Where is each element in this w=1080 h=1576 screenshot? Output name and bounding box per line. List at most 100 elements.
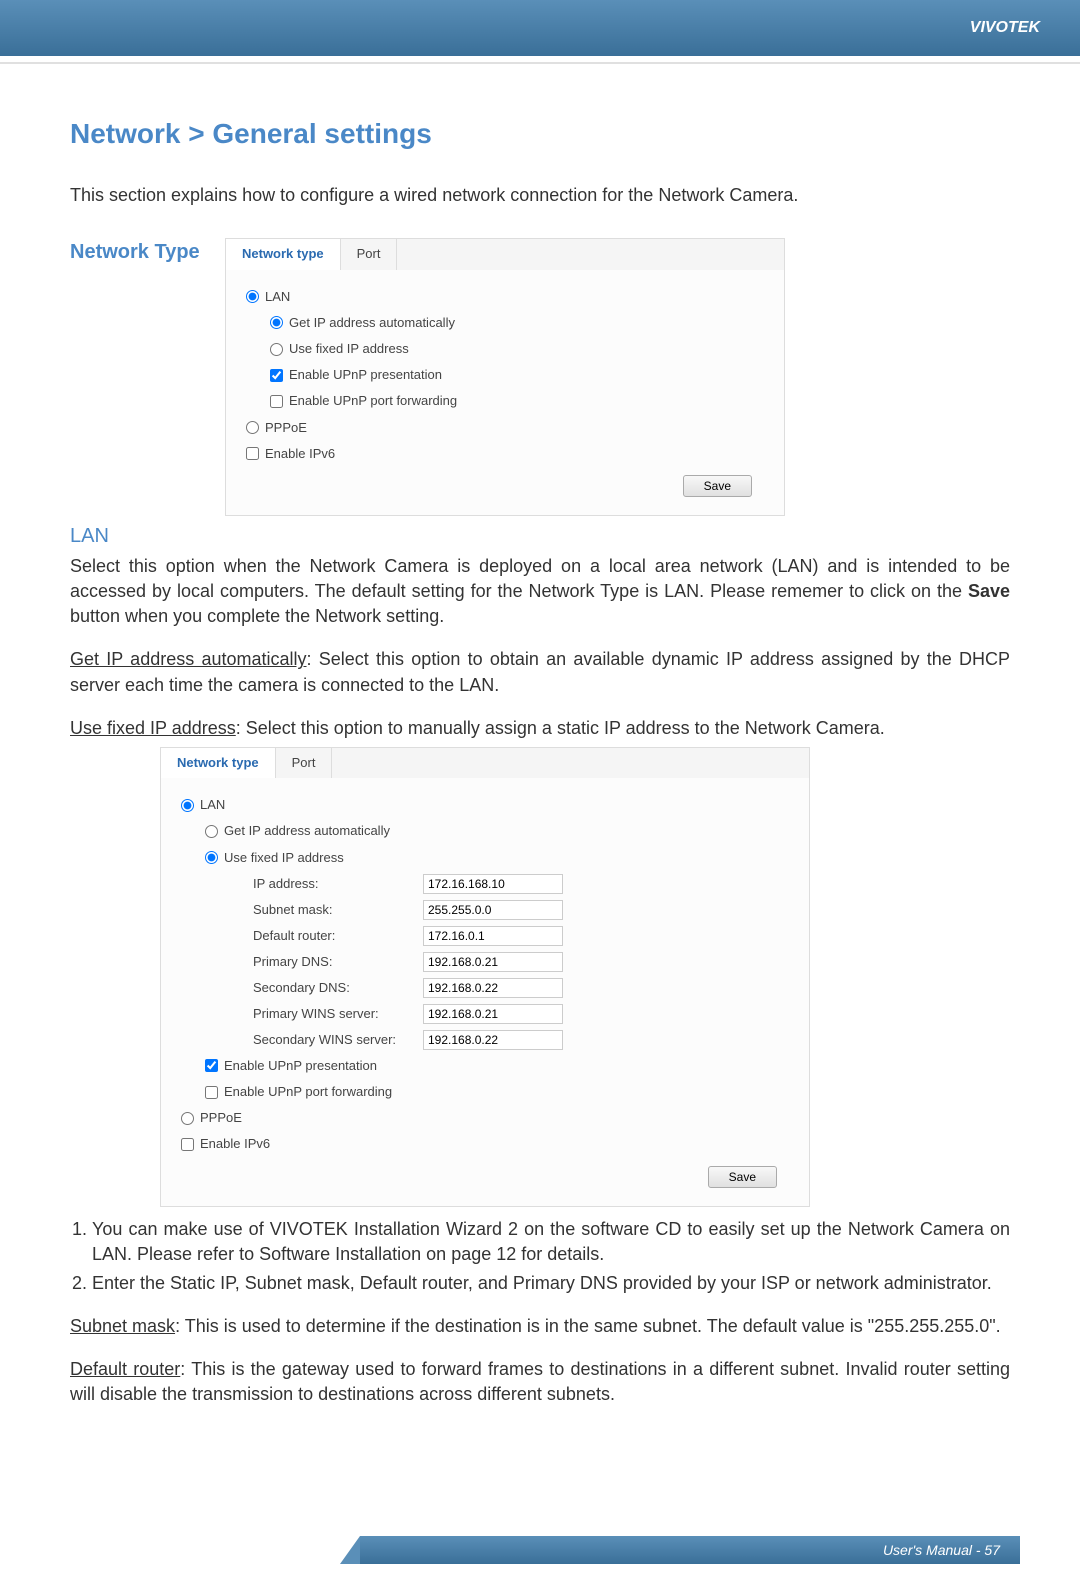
tab-network-type-2[interactable]: Network type bbox=[161, 748, 276, 778]
tab-network-type[interactable]: Network type bbox=[226, 239, 341, 269]
subnet-mask-input[interactable] bbox=[423, 900, 563, 920]
panel1-body: LAN Get IP address automatically Use fix… bbox=[226, 270, 784, 515]
intro-text: This section explains how to configure a… bbox=[70, 183, 1010, 208]
upnp-fwd-label-2: Enable UPnP port forwarding bbox=[224, 1083, 392, 1101]
upnp-pres-label: Enable UPnP presentation bbox=[289, 366, 442, 384]
upnp-pres-checkbox[interactable] bbox=[270, 369, 283, 382]
page-title: Network > General settings bbox=[70, 114, 1010, 153]
secondary-dns-input[interactable] bbox=[423, 978, 563, 998]
primary-wins-label: Primary WINS server: bbox=[253, 1005, 423, 1023]
get-ip-auto-underline: Get IP address automatically bbox=[70, 649, 307, 669]
save-row-1: Save bbox=[246, 467, 764, 505]
upnp-fwd-checkbox[interactable] bbox=[270, 395, 283, 408]
default-router-underline: Default router bbox=[70, 1359, 180, 1379]
footer-bar: User's Manual - 57 bbox=[360, 1536, 1020, 1564]
primary-wins-row: Primary WINS server: bbox=[181, 1001, 789, 1027]
ipv6-row-2: Enable IPv6 bbox=[181, 1131, 789, 1157]
secondary-wins-label: Secondary WINS server: bbox=[253, 1031, 423, 1049]
default-router-desc: : This is the gateway used to forward fr… bbox=[70, 1359, 1010, 1404]
ipv6-row: Enable IPv6 bbox=[246, 441, 764, 467]
default-router-label: Default router: bbox=[253, 927, 423, 945]
get-ip-auto-radio[interactable] bbox=[270, 316, 283, 329]
upnp-pres-row: Enable UPnP presentation bbox=[246, 362, 764, 388]
use-fixed-label-2: Use fixed IP address bbox=[224, 849, 344, 867]
use-fixed-label: Use fixed IP address bbox=[289, 340, 409, 358]
network-type-label: Network Type bbox=[70, 238, 225, 266]
secondary-wins-input[interactable] bbox=[423, 1030, 563, 1050]
get-ip-auto-row: Get IP address automatically bbox=[246, 310, 764, 336]
brand-label: VIVOTEK bbox=[970, 19, 1040, 37]
lan-desc-part2: button when you complete the Network set… bbox=[70, 606, 444, 626]
lan-radio-2[interactable] bbox=[181, 799, 194, 812]
save-button-2[interactable]: Save bbox=[708, 1166, 777, 1188]
use-fixed-row: Use fixed IP address bbox=[246, 336, 764, 362]
ipv6-checkbox-2[interactable] bbox=[181, 1138, 194, 1151]
lan-option-row: LAN bbox=[246, 284, 764, 310]
ip-address-label: IP address: bbox=[253, 875, 423, 893]
get-ip-auto-label-2: Get IP address automatically bbox=[224, 822, 390, 840]
default-router-row: Default router: bbox=[181, 923, 789, 949]
tab-port[interactable]: Port bbox=[341, 239, 398, 269]
pppoe-label-2: PPPoE bbox=[200, 1109, 242, 1127]
use-fixed-desc: : Select this option to manually assign … bbox=[236, 718, 885, 738]
upnp-fwd-row-2: Enable UPnP port forwarding bbox=[181, 1079, 789, 1105]
use-fixed-underline: Use fixed IP address bbox=[70, 718, 236, 738]
pppoe-row: PPPoE bbox=[246, 415, 764, 441]
ip-address-row: IP address: bbox=[181, 871, 789, 897]
network-panel-2: Network type Port LAN Get IP address aut… bbox=[160, 747, 810, 1207]
upnp-fwd-checkbox-2[interactable] bbox=[205, 1086, 218, 1099]
ipv6-label-2: Enable IPv6 bbox=[200, 1135, 270, 1153]
footer-text: User's Manual - 57 bbox=[883, 1542, 1000, 1558]
pppoe-radio-2[interactable] bbox=[181, 1112, 194, 1125]
default-router-paragraph: Default router: This is the gateway used… bbox=[70, 1357, 1010, 1407]
subnet-paragraph: Subnet mask: This is used to determine i… bbox=[70, 1314, 1010, 1339]
page-content: Network > General settings This section … bbox=[0, 64, 1080, 1456]
secondary-dns-row: Secondary DNS: bbox=[181, 975, 789, 1001]
subnet-underline: Subnet mask bbox=[70, 1316, 175, 1336]
use-fixed-radio-2[interactable] bbox=[205, 851, 218, 864]
footer: User's Manual - 57 bbox=[0, 1536, 1080, 1576]
secondary-dns-label: Secondary DNS: bbox=[253, 979, 423, 997]
get-ip-auto-row-2: Get IP address automatically bbox=[181, 818, 789, 844]
get-ip-auto-paragraph: Get IP address automatically: Select thi… bbox=[70, 647, 1010, 697]
upnp-fwd-row: Enable UPnP port forwarding bbox=[246, 388, 764, 414]
lan-desc-part1: Select this option when the Network Came… bbox=[70, 556, 1010, 601]
network-panel-1: Network type Port LAN Get IP address aut… bbox=[225, 238, 785, 516]
upnp-fwd-label: Enable UPnP port forwarding bbox=[289, 392, 457, 410]
get-ip-auto-label: Get IP address automatically bbox=[289, 314, 455, 332]
lan-radio[interactable] bbox=[246, 290, 259, 303]
lan-description: Select this option when the Network Came… bbox=[70, 554, 1010, 630]
tab-port-2[interactable]: Port bbox=[276, 748, 333, 778]
subnet-desc: : This is used to determine if the desti… bbox=[175, 1316, 1001, 1336]
network-type-row: Network Type Network type Port LAN Get I… bbox=[70, 238, 1010, 516]
use-fixed-radio[interactable] bbox=[270, 343, 283, 356]
primary-dns-input[interactable] bbox=[423, 952, 563, 972]
lan-option-row-2: LAN bbox=[181, 792, 789, 818]
pppoe-label: PPPoE bbox=[265, 419, 307, 437]
subnet-mask-row: Subnet mask: bbox=[181, 897, 789, 923]
lan-radio-label-2: LAN bbox=[200, 796, 225, 814]
save-button[interactable]: Save bbox=[683, 475, 752, 497]
panel1-tabs: Network type Port bbox=[226, 239, 784, 269]
save-row-2: Save bbox=[181, 1158, 789, 1196]
use-fixed-row-2: Use fixed IP address bbox=[181, 845, 789, 871]
upnp-pres-checkbox-2[interactable] bbox=[205, 1059, 218, 1072]
get-ip-auto-radio-2[interactable] bbox=[205, 825, 218, 838]
ipv6-checkbox[interactable] bbox=[246, 447, 259, 460]
subnet-mask-label: Subnet mask: bbox=[253, 901, 423, 919]
ip-address-input[interactable] bbox=[423, 874, 563, 894]
secondary-wins-row: Secondary WINS server: bbox=[181, 1027, 789, 1053]
primary-dns-row: Primary DNS: bbox=[181, 949, 789, 975]
lan-section-label: LAN bbox=[70, 522, 1010, 550]
list-item: You can make use of VIVOTEK Installation… bbox=[92, 1217, 1010, 1267]
panel2-body: LAN Get IP address automatically Use fix… bbox=[161, 778, 809, 1205]
pppoe-radio[interactable] bbox=[246, 421, 259, 434]
upnp-pres-row-2: Enable UPnP presentation bbox=[181, 1053, 789, 1079]
upnp-pres-label-2: Enable UPnP presentation bbox=[224, 1057, 377, 1075]
default-router-input[interactable] bbox=[423, 926, 563, 946]
lan-radio-label: LAN bbox=[265, 288, 290, 306]
panel2-tabs: Network type Port bbox=[161, 748, 809, 778]
save-bold: Save bbox=[968, 581, 1010, 601]
primary-wins-input[interactable] bbox=[423, 1004, 563, 1024]
pppoe-row-2: PPPoE bbox=[181, 1105, 789, 1131]
